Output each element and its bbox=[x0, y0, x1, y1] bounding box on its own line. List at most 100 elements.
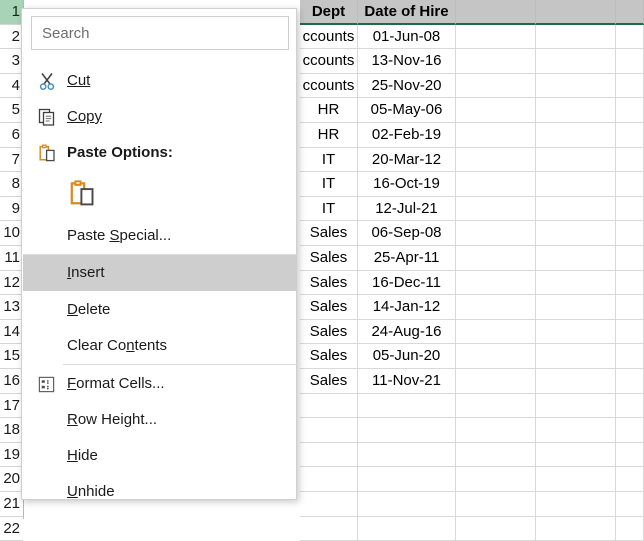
column-header-blank-column-3[interactable] bbox=[616, 0, 644, 25]
cell-r13-c2[interactable]: 14-Jan-12 bbox=[358, 295, 456, 320]
cell-r18-c2[interactable] bbox=[358, 418, 456, 443]
row-context-menu[interactable]: Cut Copy Paste Options: bbox=[21, 8, 297, 500]
cell-r20-c3[interactable] bbox=[456, 467, 536, 492]
row-header-19[interactable]: 19 bbox=[0, 443, 23, 468]
cell-r18-c3[interactable] bbox=[456, 418, 536, 443]
cell-r17-c4[interactable] bbox=[536, 394, 616, 419]
cell-r11-c5[interactable] bbox=[616, 246, 644, 271]
column-header-blank-column-1[interactable] bbox=[456, 0, 536, 25]
cell-r14-c1[interactable]: Sales bbox=[300, 320, 358, 345]
cell-r9-c4[interactable] bbox=[536, 197, 616, 222]
cell-r19-c3[interactable] bbox=[456, 443, 536, 468]
cell-r11-c3[interactable] bbox=[456, 246, 536, 271]
cell-r12-c5[interactable] bbox=[616, 271, 644, 296]
cell-r6-c5[interactable] bbox=[616, 123, 644, 148]
cell-r11-c1[interactable]: Sales bbox=[300, 246, 358, 271]
cell-r20-c5[interactable] bbox=[616, 467, 644, 492]
cell-r5-c3[interactable] bbox=[456, 98, 536, 123]
menu-item-copy[interactable]: Copy bbox=[23, 99, 297, 135]
cell-r20-c2[interactable] bbox=[358, 467, 456, 492]
cell-r21-c3[interactable] bbox=[456, 492, 536, 517]
row-header-21[interactable]: 21 bbox=[0, 492, 23, 517]
menu-item-format-cells[interactable]: Format Cells... bbox=[23, 366, 297, 402]
cell-r7-c1[interactable]: IT bbox=[300, 148, 358, 173]
cell-r6-c2[interactable]: 02-Feb-19 bbox=[358, 123, 456, 148]
cell-r8-c5[interactable] bbox=[616, 172, 644, 197]
cell-r2-c1[interactable]: ccounts bbox=[300, 25, 358, 50]
cell-r8-c2[interactable]: 16-Oct-19 bbox=[358, 172, 456, 197]
row-header-2[interactable]: 2 bbox=[0, 25, 23, 50]
cell-r17-c3[interactable] bbox=[456, 394, 536, 419]
cell-r7-c4[interactable] bbox=[536, 148, 616, 173]
paste-options-row[interactable] bbox=[23, 174, 297, 214]
row-header-17[interactable]: 17 bbox=[0, 394, 23, 419]
row-header-22[interactable]: 22 bbox=[0, 517, 23, 541]
menu-item-paste-special[interactable]: Paste Special... bbox=[23, 218, 297, 254]
column-header-blank-column-2[interactable] bbox=[536, 0, 616, 25]
cell-r16-c2[interactable]: 11-Nov-21 bbox=[358, 369, 456, 394]
cell-r16-c4[interactable] bbox=[536, 369, 616, 394]
cell-r9-c5[interactable] bbox=[616, 197, 644, 222]
menu-item-hide[interactable]: Hide bbox=[23, 438, 297, 474]
cell-r17-c2[interactable] bbox=[358, 394, 456, 419]
cell-r15-c3[interactable] bbox=[456, 344, 536, 369]
cell-r18-c1[interactable] bbox=[300, 418, 358, 443]
menu-item-row-height[interactable]: Row Height... bbox=[23, 402, 297, 438]
cell-r6-c3[interactable] bbox=[456, 123, 536, 148]
menu-search-box[interactable] bbox=[31, 16, 289, 50]
cell-r4-c1[interactable]: ccounts bbox=[300, 74, 358, 99]
cell-r5-c5[interactable] bbox=[616, 98, 644, 123]
row-header-4[interactable]: 4 bbox=[0, 74, 23, 99]
cell-r10-c2[interactable]: 06-Sep-08 bbox=[358, 221, 456, 246]
cell-r6-c4[interactable] bbox=[536, 123, 616, 148]
cell-r19-c4[interactable] bbox=[536, 443, 616, 468]
cell-r9-c3[interactable] bbox=[456, 197, 536, 222]
cell-r19-c2[interactable] bbox=[358, 443, 456, 468]
cell-r15-c5[interactable] bbox=[616, 344, 644, 369]
paste-keep-source-formatting-icon[interactable] bbox=[67, 178, 97, 208]
cell-r14-c3[interactable] bbox=[456, 320, 536, 345]
cell-r16-c3[interactable] bbox=[456, 369, 536, 394]
cell-r17-c1[interactable] bbox=[300, 394, 358, 419]
row-header-3[interactable]: 3 bbox=[0, 49, 23, 74]
cell-r16-c5[interactable] bbox=[616, 369, 644, 394]
cell-r4-c4[interactable] bbox=[536, 74, 616, 99]
cell-r7-c3[interactable] bbox=[456, 148, 536, 173]
cell-r7-c5[interactable] bbox=[616, 148, 644, 173]
row-header-15[interactable]: 15 bbox=[0, 344, 23, 369]
column-header-dept-column[interactable]: Dept bbox=[300, 0, 358, 25]
cell-r12-c3[interactable] bbox=[456, 271, 536, 296]
cell-r15-c1[interactable]: Sales bbox=[300, 344, 358, 369]
cell-r22-c3[interactable] bbox=[456, 517, 536, 541]
cell-r3-c1[interactable]: ccounts bbox=[300, 49, 358, 74]
cell-r4-c2[interactable]: 25-Nov-20 bbox=[358, 74, 456, 99]
cell-r5-c2[interactable]: 05-May-06 bbox=[358, 98, 456, 123]
menu-item-delete[interactable]: Delete bbox=[23, 292, 297, 328]
cell-r8-c3[interactable] bbox=[456, 172, 536, 197]
cell-r16-c1[interactable]: Sales bbox=[300, 369, 358, 394]
cell-r13-c4[interactable] bbox=[536, 295, 616, 320]
cell-r10-c1[interactable]: Sales bbox=[300, 221, 358, 246]
cell-r14-c2[interactable]: 24-Aug-16 bbox=[358, 320, 456, 345]
cell-r21-c5[interactable] bbox=[616, 492, 644, 517]
cell-r15-c2[interactable]: 05-Jun-20 bbox=[358, 344, 456, 369]
cell-r5-c4[interactable] bbox=[536, 98, 616, 123]
cell-r21-c1[interactable] bbox=[300, 492, 358, 517]
menu-item-unhide[interactable]: Unhide bbox=[23, 474, 297, 510]
cell-r22-c2[interactable] bbox=[358, 517, 456, 541]
cell-r2-c3[interactable] bbox=[456, 25, 536, 50]
cell-r19-c1[interactable] bbox=[300, 443, 358, 468]
row-header-9[interactable]: 9 bbox=[0, 197, 23, 222]
cell-r3-c4[interactable] bbox=[536, 49, 616, 74]
row-header-7[interactable]: 7 bbox=[0, 148, 23, 173]
cell-r15-c4[interactable] bbox=[536, 344, 616, 369]
row-header-6[interactable]: 6 bbox=[0, 123, 23, 148]
cell-r18-c5[interactable] bbox=[616, 418, 644, 443]
row-header-1[interactable]: 1 bbox=[0, 0, 23, 25]
row-header-18[interactable]: 18 bbox=[0, 418, 23, 443]
row-header-12[interactable]: 12 bbox=[0, 271, 23, 296]
cell-r2-c2[interactable]: 01-Jun-08 bbox=[358, 25, 456, 50]
cell-r8-c1[interactable]: IT bbox=[300, 172, 358, 197]
row-header-5[interactable]: 5 bbox=[0, 98, 23, 123]
cell-r14-c5[interactable] bbox=[616, 320, 644, 345]
